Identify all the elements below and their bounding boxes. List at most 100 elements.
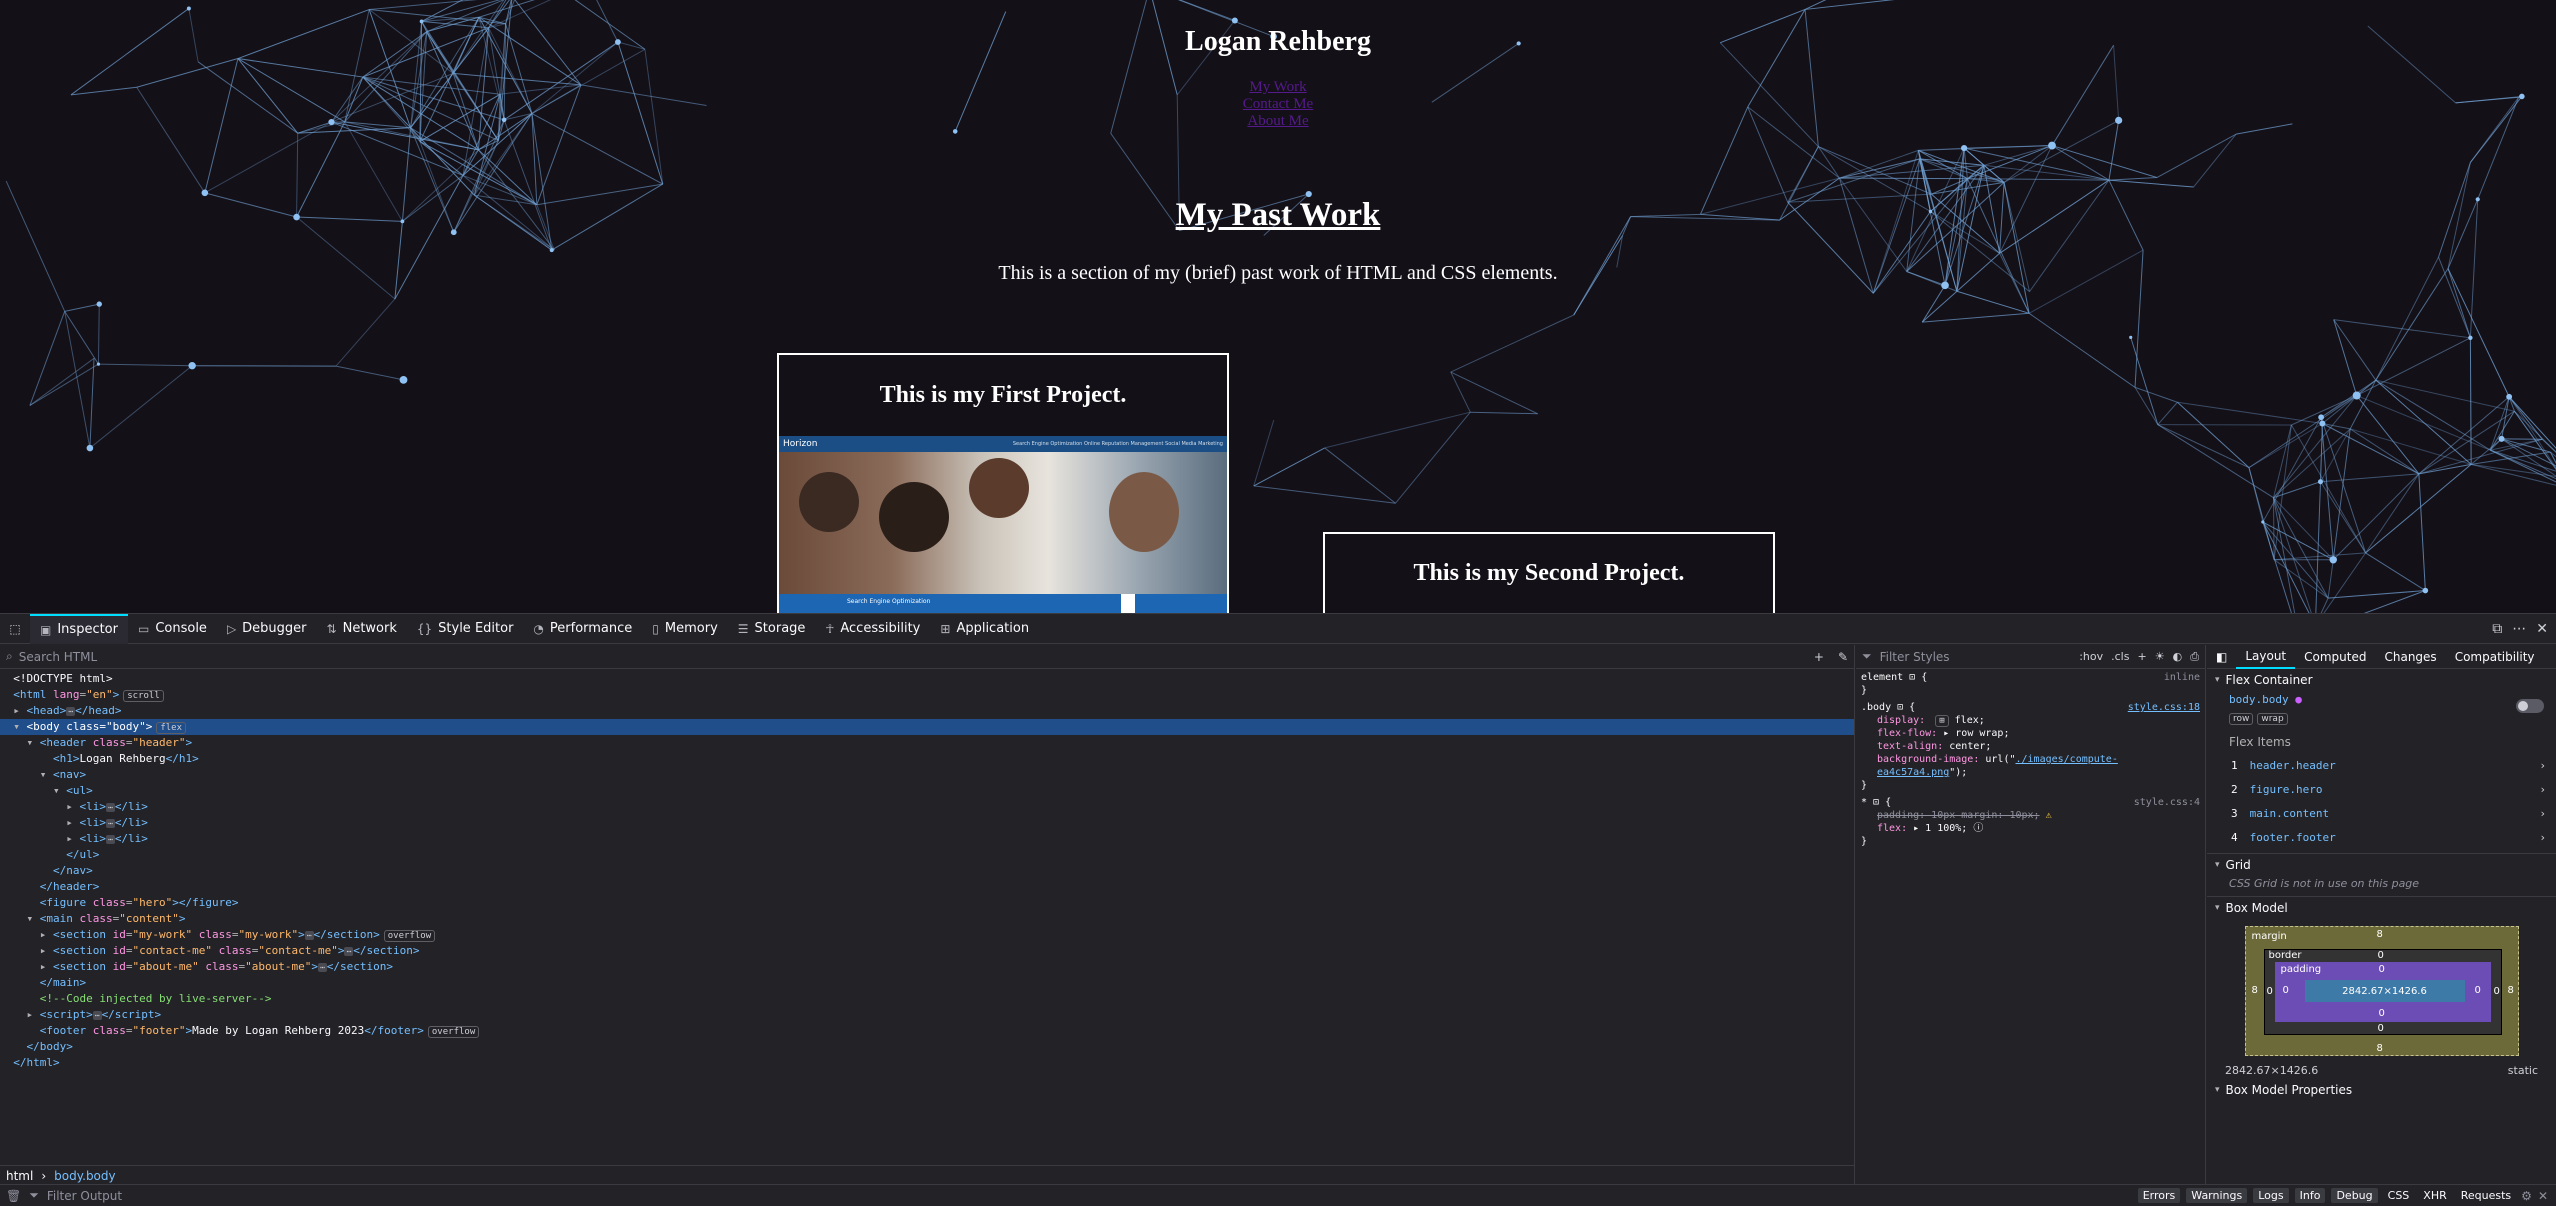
margin-right-value[interactable]: 8 [2508, 985, 2514, 996]
filter-output-input[interactable]: Filter Output [47, 1189, 122, 1203]
tab-console[interactable]: ▭ Console [128, 614, 217, 644]
property-name[interactable]: flex: [1877, 823, 1907, 834]
tab-storage[interactable]: ☰ Storage [728, 614, 816, 644]
tree-node[interactable]: <footer class="footer">Made by Logan Reh… [0, 1023, 1854, 1039]
filter-xhr-button[interactable]: XHR [2419, 1189, 2450, 1202]
tree-node[interactable]: ▸ <section id="contact-me" class="contac… [0, 943, 1854, 959]
filter-errors-button[interactable]: Errors [2137, 1188, 2181, 1203]
dock-icon[interactable]: ⧉ [2492, 621, 2502, 637]
margin-top-value[interactable]: 8 [2377, 929, 2383, 940]
tree-node[interactable]: ▸ <li> ⋯ </li> [0, 799, 1854, 815]
close-icon[interactable]: ✕ [2538, 1189, 2548, 1203]
pick-element-icon[interactable]: ⬚ [6, 620, 24, 638]
tree-node[interactable]: </nav> [0, 863, 1854, 879]
tree-node[interactable]: ▾ <header class="header"> [0, 735, 1854, 751]
tree-node[interactable]: </body> [0, 1039, 1854, 1055]
padding-left-value[interactable]: 0 [2283, 985, 2289, 996]
rule-selector[interactable]: element [1861, 672, 1903, 683]
filter-warnings-button[interactable]: Warnings [2186, 1188, 2248, 1203]
tree-node[interactable]: ▸ <section id="about-me" class="about-me… [0, 959, 1854, 975]
tab-debugger[interactable]: ▷ Debugger [217, 614, 317, 644]
nav-link-my-work[interactable]: My Work [0, 79, 2556, 96]
flex-item-main[interactable]: 3 main.content › [2207, 801, 2556, 825]
rule-selector[interactable]: .body [1861, 702, 1891, 713]
tab-layout[interactable]: Layout [2236, 645, 2296, 669]
tab-application[interactable]: ⊞ Application [930, 614, 1039, 644]
tree-node[interactable]: <html lang="en"> scroll [0, 687, 1854, 703]
flex-overlay-toggle[interactable] [2516, 699, 2544, 713]
close-icon[interactable]: ✕ [2536, 621, 2548, 637]
rule-source-link[interactable]: style.css:18 [2128, 701, 2200, 714]
margin-bottom-value[interactable]: 8 [2377, 1043, 2383, 1054]
tab-network[interactable]: ⇅ Network [317, 614, 407, 644]
tree-node-selected[interactable]: ▾ <body class="body"> flex [0, 719, 1854, 735]
flex-item-header[interactable]: 1 header.header › [2207, 753, 2556, 777]
dark-mode-icon[interactable]: ◐ [2173, 650, 2183, 664]
invalid-property[interactable]: padding: 10px margin: 10px; [1877, 810, 2040, 821]
section-header-grid[interactable]: ▾ Grid [2207, 853, 2556, 875]
light-mode-icon[interactable]: ☀ [2155, 650, 2165, 664]
property-value[interactable]: center; [1949, 741, 1991, 752]
border-top-value[interactable]: 0 [2378, 950, 2384, 961]
section-header-box-model-properties[interactable]: ▾ Box Model Properties [2207, 1079, 2556, 1101]
breadcrumb-html[interactable]: html [6, 1169, 33, 1183]
tab-style-editor[interactable]: {} Style Editor [407, 614, 524, 644]
property-value[interactable]: row wrap; [1955, 728, 2009, 739]
tab-accessibility[interactable]: ☥ Accessibility [815, 614, 930, 644]
tab-changes[interactable]: Changes [2375, 645, 2445, 669]
tree-node[interactable]: ▸ <li> ⋯ </li> [0, 815, 1854, 831]
tree-node[interactable]: <h1>Logan Rehberg</h1> [0, 751, 1854, 767]
tree-node[interactable]: ▸ <li> ⋯ </li> [0, 831, 1854, 847]
property-name[interactable]: display: [1877, 715, 1925, 726]
print-media-icon[interactable]: ⎙ [2190, 650, 2199, 664]
hover-state-button[interactable]: :hov [2079, 650, 2103, 664]
rule-source[interactable]: style.css:4 [2134, 796, 2200, 809]
toggle-panel-icon[interactable]: ◧ [2207, 645, 2236, 669]
trash-icon[interactable]: 🗑 [6, 1189, 21, 1203]
filter-requests-button[interactable]: Requests [2457, 1189, 2515, 1202]
tree-node[interactable]: ▾ <ul> [0, 783, 1854, 799]
filter-debug-button[interactable]: Debug [2331, 1188, 2378, 1203]
property-name[interactable]: background-image: [1877, 754, 1979, 765]
property-name[interactable]: text-align: [1877, 741, 1943, 752]
section-header-box-model[interactable]: ▾ Box Model [2207, 896, 2556, 918]
tree-node[interactable]: ▾ <main class="content"> [0, 911, 1854, 927]
rule-selector[interactable]: * [1861, 797, 1867, 808]
border-right-value[interactable]: 0 [2494, 986, 2500, 997]
tree-node[interactable]: </header> [0, 879, 1854, 895]
filter-styles-input[interactable]: Filter Styles [1880, 650, 1950, 664]
border-left-value[interactable]: 0 [2267, 986, 2273, 997]
tab-performance[interactable]: ◔ Performance [523, 614, 642, 644]
filter-logs-button[interactable]: Logs [2253, 1188, 2289, 1203]
tab-computed[interactable]: Computed [2295, 645, 2375, 669]
more-options-icon[interactable]: ⋯ [2512, 621, 2526, 637]
flex-icon[interactable]: ⊞ [1935, 715, 1949, 727]
tree-node[interactable]: </ul> [0, 847, 1854, 863]
add-node-icon[interactable]: + [1814, 650, 1824, 664]
nav-link-about-me[interactable]: About Me [0, 113, 2556, 130]
flex-item-footer[interactable]: 4 footer.footer › [2207, 825, 2556, 849]
tree-node[interactable]: ▸ <script> ⋯ </script> [0, 1007, 1854, 1023]
border-bottom-value[interactable]: 0 [2378, 1023, 2384, 1034]
section-header-flex-container[interactable]: ▾ Flex Container [2207, 669, 2556, 691]
tree-node[interactable]: <!DOCTYPE html> [0, 671, 1854, 687]
tree-node[interactable]: <figure class="hero"></figure> [0, 895, 1854, 911]
tab-memory[interactable]: ▯ Memory [642, 614, 727, 644]
tree-node[interactable]: ▾ <nav> [0, 767, 1854, 783]
add-rule-icon[interactable]: + [2137, 650, 2146, 664]
flex-item-figure[interactable]: 2 figure.hero › [2207, 777, 2556, 801]
tab-inspector[interactable]: ▣ Inspector [30, 613, 128, 644]
highlight-dot-icon[interactable]: ● [2295, 693, 2302, 706]
search-html-input[interactable]: Search HTML [19, 650, 97, 664]
padding-right-value[interactable]: 0 [2475, 985, 2481, 996]
tree-node[interactable]: <!--Code injected by live-server--> [0, 991, 1854, 1007]
tree-node[interactable]: ▸ <section id="my-work" class="my-work">… [0, 927, 1854, 943]
tree-node[interactable]: ▸ <head> ⋯ </head> [0, 703, 1854, 719]
filter-css-button[interactable]: CSS [2384, 1189, 2414, 1202]
padding-bottom-value[interactable]: 0 [2379, 1008, 2385, 1019]
settings-gear-icon[interactable]: ⚙ [2521, 1189, 2532, 1203]
tree-node[interactable]: </main> [0, 975, 1854, 991]
property-value[interactable]: 1 100%; [1925, 823, 1967, 834]
property-name[interactable]: flex-flow: [1877, 728, 1937, 739]
tab-compatibility[interactable]: Compatibility [2446, 645, 2544, 669]
